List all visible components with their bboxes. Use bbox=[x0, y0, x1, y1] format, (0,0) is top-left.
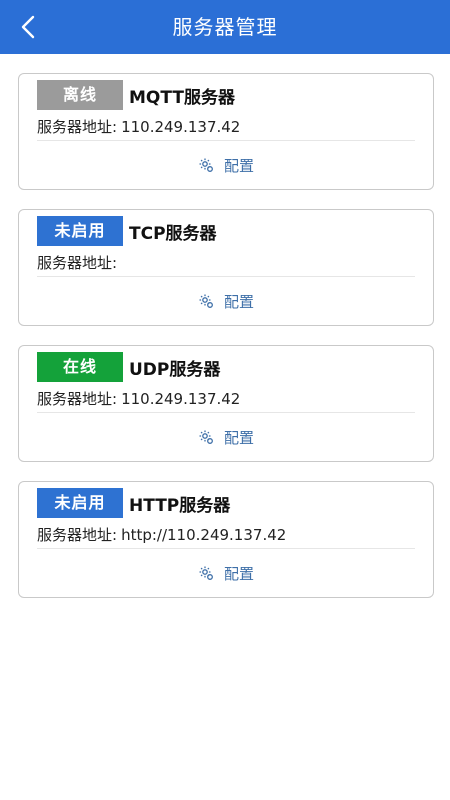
status-badge: 在线 bbox=[37, 352, 123, 382]
server-name: HTTP服务器 bbox=[129, 495, 231, 516]
gear-config-icon bbox=[198, 565, 214, 581]
config-button[interactable]: 配置 bbox=[19, 559, 433, 587]
address-row: 服务器地址: http://110.249.137.42 bbox=[37, 524, 286, 545]
gear-config-icon bbox=[198, 157, 214, 173]
server-name: TCP服务器 bbox=[129, 223, 217, 244]
address-row: 服务器地址: 110.249.137.42 bbox=[37, 116, 240, 137]
server-card-udp: 在线 UDP服务器 服务器地址: 110.249.137.42 配置 bbox=[18, 345, 434, 462]
config-button[interactable]: 配置 bbox=[19, 151, 433, 179]
card-header: 在线 UDP服务器 bbox=[37, 352, 220, 382]
server-card-http: 未启用 HTTP服务器 服务器地址: http://110.249.137.42 … bbox=[18, 481, 434, 598]
address-value: 110.249.137.42 bbox=[121, 118, 241, 136]
divider bbox=[37, 548, 415, 549]
config-label: 配置 bbox=[223, 292, 254, 311]
config-button[interactable]: 配置 bbox=[19, 287, 433, 315]
gear-config-icon bbox=[198, 293, 214, 309]
address-label: 服务器地址: bbox=[37, 390, 118, 408]
address-row: 服务器地址: 110.249.137.42 bbox=[37, 388, 240, 409]
config-button[interactable]: 配置 bbox=[19, 423, 433, 451]
gear-config-icon bbox=[198, 429, 214, 445]
app-header: 服务器管理 bbox=[0, 0, 450, 54]
server-name: UDP服务器 bbox=[129, 359, 221, 380]
server-list: 离线 MQTT服务器 服务器地址:110.249.137.42 配置 未启用 bbox=[18, 73, 434, 617]
config-label: 配置 bbox=[223, 428, 254, 447]
card-header: 未启用 TCP服务器 bbox=[37, 216, 217, 246]
config-label: 配置 bbox=[223, 156, 254, 175]
divider bbox=[37, 412, 415, 413]
status-badge: 未启用 bbox=[37, 216, 123, 246]
divider bbox=[37, 276, 415, 277]
server-card-mqtt: 离线 MQTT服务器 服务器地址: 110.249.137.42 配置 bbox=[18, 73, 434, 190]
card-header: 未启用 HTTP服务器 bbox=[37, 488, 230, 518]
server-card-tcp: 未启用 TCP服务器 服务器地址: 配置 bbox=[18, 209, 434, 326]
address-row: 服务器地址: bbox=[37, 252, 121, 273]
status-badge: 离线 bbox=[37, 80, 123, 110]
config-label: 配置 bbox=[223, 564, 254, 583]
address-value: http://110.249.137.42 bbox=[121, 526, 287, 544]
address-label: 服务器地址: bbox=[37, 254, 118, 272]
address-value: 110.249.137.42 bbox=[121, 390, 241, 408]
address-label: 服务器地址: bbox=[37, 526, 118, 544]
page-title: 服务器管理 bbox=[172, 15, 278, 39]
card-header: 离线 MQTT服务器 bbox=[37, 80, 235, 110]
status-badge: 未启用 bbox=[37, 488, 123, 518]
divider bbox=[37, 140, 415, 141]
address-label: 服务器地址: bbox=[37, 118, 118, 136]
server-name: MQTT服务器 bbox=[129, 87, 235, 108]
